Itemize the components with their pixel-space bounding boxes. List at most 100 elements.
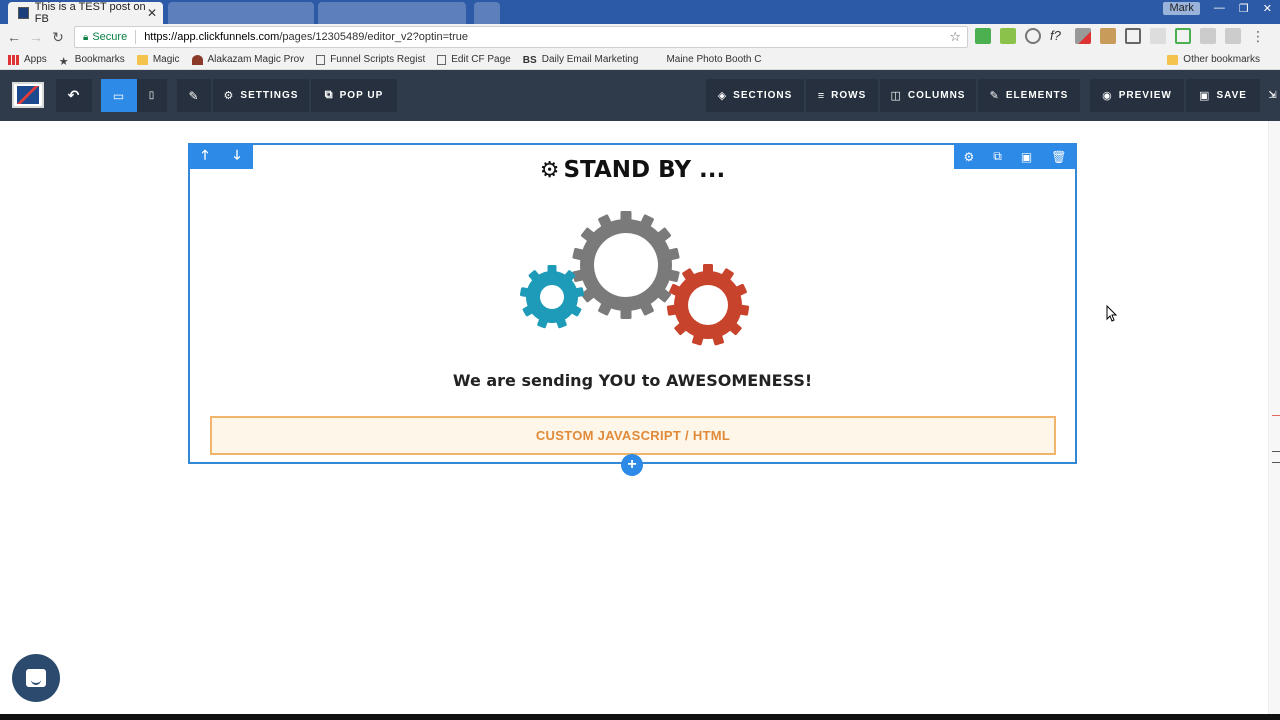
external-link-icon: ⧉ bbox=[324, 89, 334, 101]
extension-pen-icon[interactable] bbox=[1075, 28, 1091, 44]
extension-green-icon[interactable] bbox=[975, 28, 991, 44]
logo-mark bbox=[17, 86, 39, 104]
browser-tab-3[interactable] bbox=[318, 2, 466, 24]
sections-icon: ◈ bbox=[717, 90, 728, 102]
extension-tool-icon[interactable] bbox=[1100, 28, 1116, 44]
sections-button[interactable]: ◈ SECTIONS bbox=[706, 79, 804, 112]
restore-icon[interactable]: ❐ bbox=[1239, 2, 1249, 15]
close-window-icon[interactable]: ✕ bbox=[1263, 2, 1272, 15]
page-headline[interactable]: ⚙ STAND BY ... bbox=[190, 157, 1075, 183]
page-subheadline[interactable]: We are sending YOU to AWESOMENESS! bbox=[190, 371, 1075, 390]
extension-list-icon[interactable] bbox=[1225, 28, 1241, 44]
elements-brush-icon: ✎ bbox=[989, 90, 1000, 102]
exit-icon[interactable]: ⇲ bbox=[1266, 79, 1280, 112]
folder-icon bbox=[1167, 54, 1179, 65]
mobile-icon: ▯ bbox=[148, 90, 156, 101]
page-icon bbox=[437, 54, 447, 65]
editor-toolbar: ↶ ▭ ▯ ✎ ⚙ SETTINGS ⧉ POP UP ◈ SECTIONS ≡ ROW… bbox=[0, 70, 1280, 121]
settings-button[interactable]: ⚙ SETTINGS bbox=[213, 79, 309, 112]
support-chat-button[interactable] bbox=[12, 654, 60, 702]
cogs-icon: ⚙ bbox=[539, 158, 560, 183]
extension-gray-icon[interactable] bbox=[1200, 28, 1216, 44]
gears-icon: ⚙ bbox=[223, 90, 235, 102]
window-controls: Mark — ❐ ✕ bbox=[1163, 2, 1272, 15]
undo-icon: ↶ bbox=[67, 87, 81, 103]
rows-icon: ≡ bbox=[817, 89, 826, 102]
url-input[interactable]: 🔒︎ Secure https://app.clickfunnels.com/p… bbox=[74, 26, 968, 48]
paint-brush-icon: ✎ bbox=[188, 88, 200, 103]
url-host: https://app.clickfunnels.com bbox=[144, 31, 280, 43]
headline-text: STAND BY ... bbox=[563, 157, 726, 183]
bookmark-star-icon[interactable]: ☆ bbox=[949, 29, 961, 45]
canvas-scrollbar[interactable] bbox=[1268, 121, 1280, 714]
extension-clock-icon[interactable] bbox=[1025, 28, 1041, 44]
teal-gear-icon bbox=[520, 265, 585, 329]
clickfunnels-logo[interactable] bbox=[12, 82, 44, 108]
folder-icon bbox=[136, 54, 148, 65]
wizard-icon bbox=[191, 54, 203, 65]
columns-icon: ◫ bbox=[890, 90, 902, 102]
minimize-icon[interactable]: — bbox=[1214, 2, 1225, 15]
floppy-icon: ▣ bbox=[1199, 90, 1211, 102]
elements-button[interactable]: ✎ ELEMENTS bbox=[978, 79, 1080, 112]
scroll-marker bbox=[1272, 451, 1280, 452]
other-bookmarks[interactable]: Other bookmarks bbox=[1167, 54, 1260, 65]
gray-gear-icon bbox=[572, 211, 680, 319]
bookmark-funnel-scripts[interactable]: Funnel Scripts Regist bbox=[316, 54, 425, 65]
tab-close-icon[interactable]: ✕ bbox=[147, 6, 157, 20]
bookmark-edit-cf-page[interactable]: Edit CF Page bbox=[437, 54, 511, 65]
url-path: /pages/12305489/editor_v2?optin=true bbox=[279, 31, 468, 43]
desktop-icon: ▭ bbox=[112, 88, 126, 103]
forward-arrow-icon[interactable]: → bbox=[25, 29, 47, 45]
extension-puzzle-icon[interactable] bbox=[1000, 28, 1016, 44]
browser-tab-strip: This is a TEST post on FB ✕ Mark — ❐ ✕ bbox=[0, 0, 1280, 25]
extension-save-icon[interactable] bbox=[1125, 28, 1141, 44]
bs-icon: BS bbox=[522, 54, 537, 66]
chat-bubble-icon bbox=[26, 669, 46, 687]
theme-brush-button[interactable]: ✎ bbox=[177, 79, 211, 112]
extension-icons: f? ⋮ bbox=[975, 28, 1266, 44]
bottom-edge bbox=[0, 714, 1280, 720]
reload-icon[interactable]: ↻ bbox=[47, 29, 69, 46]
extension-box-icon[interactable] bbox=[1175, 28, 1191, 44]
add-section-plus-icon[interactable]: + bbox=[621, 454, 643, 476]
scroll-marker bbox=[1272, 462, 1280, 463]
omnibox-divider bbox=[135, 30, 137, 44]
clickfunnels-favicon-icon bbox=[18, 7, 29, 19]
bookmark-maine-photo[interactable]: Maine Photo Booth C bbox=[666, 54, 761, 65]
bookmark-apps[interactable]: Apps bbox=[8, 54, 47, 65]
desktop-view-button[interactable]: ▭ bbox=[101, 79, 137, 112]
address-bar-row: ← → ↻ 🔒︎ Secure https://app.clickfunnels… bbox=[0, 24, 1280, 50]
bookmark-bookmarks[interactable]: ★ Bookmarks bbox=[58, 54, 125, 68]
new-tab-button[interactable] bbox=[474, 2, 500, 24]
page-icon bbox=[316, 54, 326, 65]
browser-tab-2[interactable] bbox=[168, 2, 314, 24]
undo-button[interactable]: ↶ bbox=[56, 79, 92, 112]
star-icon: ★ bbox=[58, 55, 69, 68]
back-arrow-icon[interactable]: ← bbox=[3, 29, 25, 45]
bookmarks-bar: Apps ★ Bookmarks Magic Alakazam Magic Pro… bbox=[0, 50, 1280, 70]
mobile-view-button[interactable]: ▯ bbox=[137, 79, 167, 112]
save-button[interactable]: ▣ SAVE bbox=[1186, 79, 1260, 112]
scroll-marker bbox=[1272, 415, 1280, 416]
apps-grid-icon bbox=[8, 54, 19, 65]
columns-button[interactable]: ◫ COLUMNS bbox=[880, 79, 976, 112]
red-gear-icon bbox=[666, 264, 750, 346]
browser-tab-active[interactable]: This is a TEST post on FB ✕ bbox=[8, 1, 163, 25]
url-text: https://app.clickfunnels.com/pages/12305… bbox=[144, 31, 468, 43]
mouse-cursor-icon bbox=[1106, 305, 1118, 322]
selected-section[interactable]: 🡑 🡓 ⚙ ⧉ ▣ 🗑︎ ⚙ STAND BY ... We are sendi… bbox=[188, 143, 1077, 464]
extension-fx-icon[interactable]: f? bbox=[1050, 28, 1066, 44]
bookmark-alakazam[interactable]: Alakazam Magic Prov bbox=[191, 54, 304, 65]
rows-button[interactable]: ≡ ROWS bbox=[806, 79, 878, 112]
bookmark-magic[interactable]: Magic bbox=[136, 54, 180, 65]
custom-javascript-html-element[interactable]: CUSTOM JAVASCRIPT / HTML bbox=[210, 416, 1056, 455]
bookmark-daily-email[interactable]: BS Daily Email Marketing bbox=[522, 54, 639, 66]
profile-name[interactable]: Mark bbox=[1163, 2, 1200, 15]
extension-disabled-icon[interactable] bbox=[1150, 28, 1166, 44]
chrome-menu-icon[interactable]: ⋮ bbox=[1250, 28, 1266, 44]
lock-icon: 🔒︎ bbox=[83, 31, 89, 43]
preview-button[interactable]: ◉ PREVIEW bbox=[1090, 79, 1184, 112]
secure-label: Secure bbox=[92, 31, 128, 43]
popup-button[interactable]: ⧉ POP UP bbox=[311, 79, 397, 112]
